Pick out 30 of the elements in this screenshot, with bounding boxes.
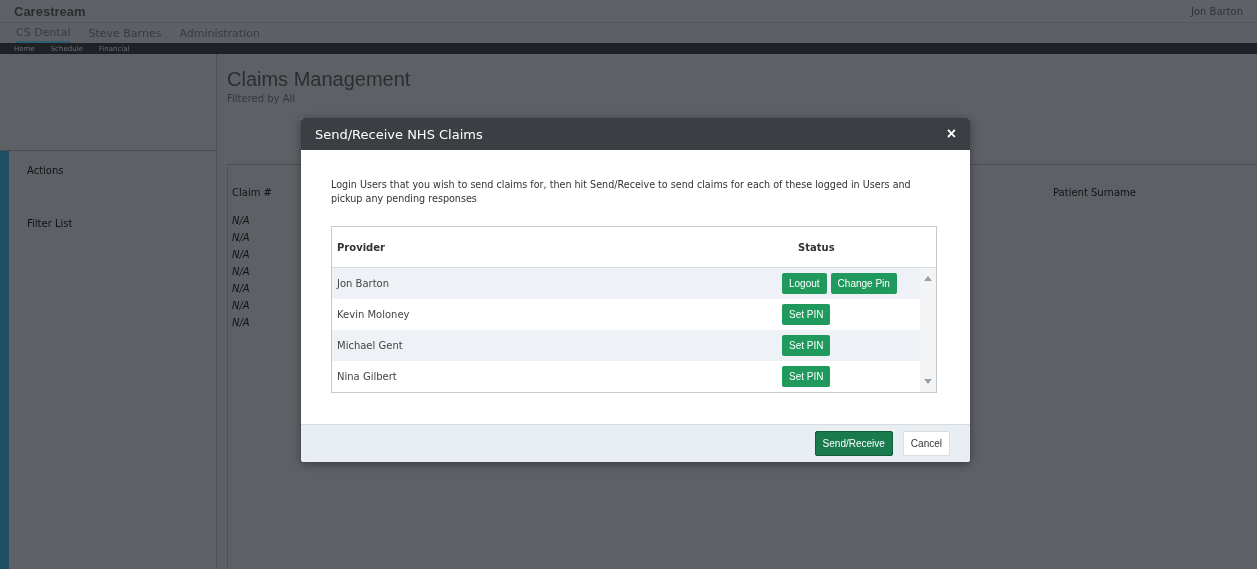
provider-name: Kevin Moloney [336, 309, 411, 320]
scroll-up-icon[interactable] [924, 276, 932, 281]
action-button[interactable]: Set PIN [782, 366, 831, 387]
column-header: Claim # [232, 187, 273, 200]
sidebar-heading: Filter List [27, 218, 74, 229]
table-cell-text: N/A [232, 300, 251, 313]
column-header: Patient Surname [1053, 187, 1137, 200]
action-button[interactable]: Set PIN [782, 304, 831, 325]
dialog-title: Send/Receive NHS Claims [315, 126, 484, 142]
table-cell-text: N/A [232, 266, 251, 279]
table-cell-text: N/A [232, 249, 251, 262]
table-cell-text: N/A [232, 215, 251, 228]
action-button[interactable]: Set PIN [782, 335, 831, 356]
dialog-description: Login Users that you wish to send claims for, then hit Send/Receive to send claims for each of these logged in Users and pickup any pending responses [331, 178, 912, 206]
dialog-button[interactable]: Send/Receive [814, 431, 893, 456]
action-button[interactable]: Logout [782, 273, 827, 294]
provider-name: Michael Gent [336, 340, 404, 351]
scrollbar[interactable] [920, 268, 936, 392]
table-cell-text: N/A [232, 283, 251, 296]
close-button[interactable]: × [944, 126, 958, 142]
sidebar-heading: Actions [27, 165, 65, 176]
column-header: Provider [336, 241, 386, 253]
column-header: Status [798, 241, 836, 253]
dialog-button[interactable]: Cancel [902, 431, 950, 456]
provider-name: Jon Barton [335, 278, 391, 289]
table-cell-text: N/A [232, 317, 251, 330]
action-button[interactable]: Change Pin [830, 273, 897, 294]
scroll-down-icon[interactable] [924, 379, 932, 384]
table-cell-text: N/A [232, 232, 251, 245]
provider-name: Nina Gilbert [336, 371, 398, 382]
